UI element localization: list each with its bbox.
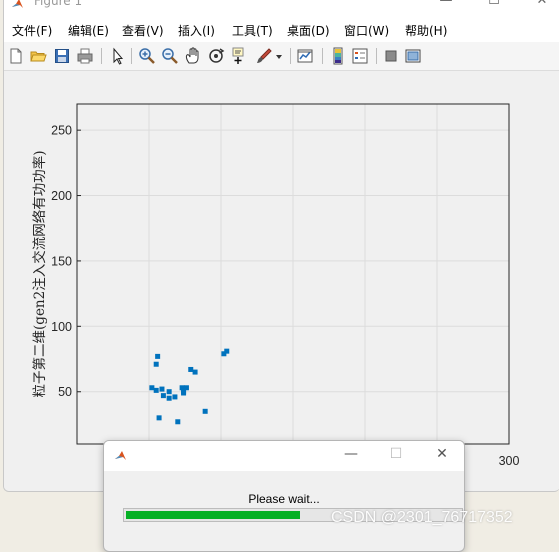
print-icon[interactable] xyxy=(75,46,95,66)
menu-help[interactable]: 帮助(H) xyxy=(405,22,447,39)
show-plot-tools-icon[interactable] xyxy=(403,46,423,66)
scatter-point xyxy=(202,408,208,414)
scatter-point xyxy=(149,385,155,391)
toolbar-divider xyxy=(101,48,102,64)
scatter-point xyxy=(156,415,162,421)
y-tick-label: 150 xyxy=(51,254,72,268)
open-folder-icon[interactable] xyxy=(28,46,48,66)
menu-desktop[interactable]: 桌面(D) xyxy=(287,22,330,39)
menu-window[interactable]: 窗口(W) xyxy=(344,22,389,39)
brush-icon[interactable] xyxy=(254,46,274,66)
scatter-point xyxy=(172,394,178,400)
dialog-title-bar: — ☐ ✕ xyxy=(104,441,464,471)
scatter-point xyxy=(155,353,161,359)
figure-toolbar xyxy=(4,42,559,71)
data-cursor-icon[interactable] xyxy=(230,46,250,66)
scatter-plot: 50 100 150 200 250 300 粒子第二维(gen2注入交流网络有功功率) xyxy=(31,103,520,468)
toolbar-divider xyxy=(290,48,291,64)
menu-insert[interactable]: 插入(I) xyxy=(178,22,215,39)
scatter-point xyxy=(183,385,189,391)
wait-message: Please wait... xyxy=(248,492,320,506)
zoom-out-icon[interactable] xyxy=(160,46,180,66)
close-button[interactable]: ✕ xyxy=(522,0,559,13)
y-axis-label: 粒子第二维(gen2注入交流网络有功功率) xyxy=(31,151,48,398)
menu-edit[interactable]: 编辑(E) xyxy=(68,22,109,39)
scatter-point xyxy=(224,348,230,354)
figure-window: Figure 1 — ☐ ✕ 文件(F) 编辑(E) 查看(V) 插入(I) 工… xyxy=(3,0,559,492)
toolbar-divider xyxy=(322,48,323,64)
new-file-icon[interactable] xyxy=(6,46,26,66)
scatter-point xyxy=(175,419,181,425)
zoom-in-icon[interactable] xyxy=(137,46,157,66)
x-tick-label: 300 xyxy=(499,454,520,468)
chevron-down-icon[interactable] xyxy=(274,46,284,66)
progress-fill xyxy=(126,511,300,519)
pan-icon[interactable] xyxy=(183,46,203,66)
scatter-point xyxy=(166,389,172,395)
rotate-3d-icon[interactable] xyxy=(206,46,226,66)
toolbar-divider xyxy=(376,48,377,64)
link-plot-icon[interactable] xyxy=(295,46,315,66)
scatter-point xyxy=(188,366,194,372)
scatter-point xyxy=(166,395,172,401)
hide-plot-tools-icon[interactable] xyxy=(381,46,401,66)
dialog-maximize-button: ☐ xyxy=(389,446,403,462)
dialog-minimize-button[interactable]: — xyxy=(331,446,371,466)
scatter-point xyxy=(192,369,198,375)
colorbar-icon[interactable] xyxy=(328,46,348,66)
wait-dialog: — ☐ ✕ Please wait... xyxy=(103,440,465,552)
save-icon[interactable] xyxy=(52,46,72,66)
y-tick-label: 100 xyxy=(51,320,72,334)
watermark: CSDN @2301_76717352 xyxy=(331,509,513,526)
y-tick-label: 50 xyxy=(58,385,72,399)
title-bar: Figure 1 — ☐ ✕ xyxy=(4,0,559,14)
maximize-button[interactable]: ☐ xyxy=(474,0,514,13)
toolbar-divider xyxy=(131,48,132,64)
matlab-logo-icon xyxy=(11,0,25,11)
scatter-point xyxy=(159,386,165,392)
menu-tools[interactable]: 工具(T) xyxy=(232,22,273,39)
menu-view[interactable]: 查看(V) xyxy=(122,22,164,39)
scatter-point xyxy=(153,387,159,393)
matlab-logo-icon xyxy=(114,449,128,463)
legend-icon[interactable] xyxy=(350,46,370,66)
pointer-icon[interactable] xyxy=(107,46,127,66)
menu-bar: 文件(F) 编辑(E) 查看(V) 插入(I) 工具(T) 桌面(D) 窗口(W… xyxy=(4,14,559,42)
window-title: Figure 1 xyxy=(34,0,83,8)
minimize-button[interactable]: — xyxy=(426,0,466,13)
dialog-close-button[interactable]: ✕ xyxy=(422,446,462,466)
scatter-point xyxy=(160,393,166,399)
menu-file[interactable]: 文件(F) xyxy=(12,22,52,39)
figure-canvas: 50 100 150 200 250 300 粒子第二维(gen2注入交流网络有功功率) xyxy=(4,71,559,491)
y-tick-label: 200 xyxy=(51,189,72,203)
y-tick-label: 250 xyxy=(51,124,72,138)
scatter-point xyxy=(153,361,159,367)
